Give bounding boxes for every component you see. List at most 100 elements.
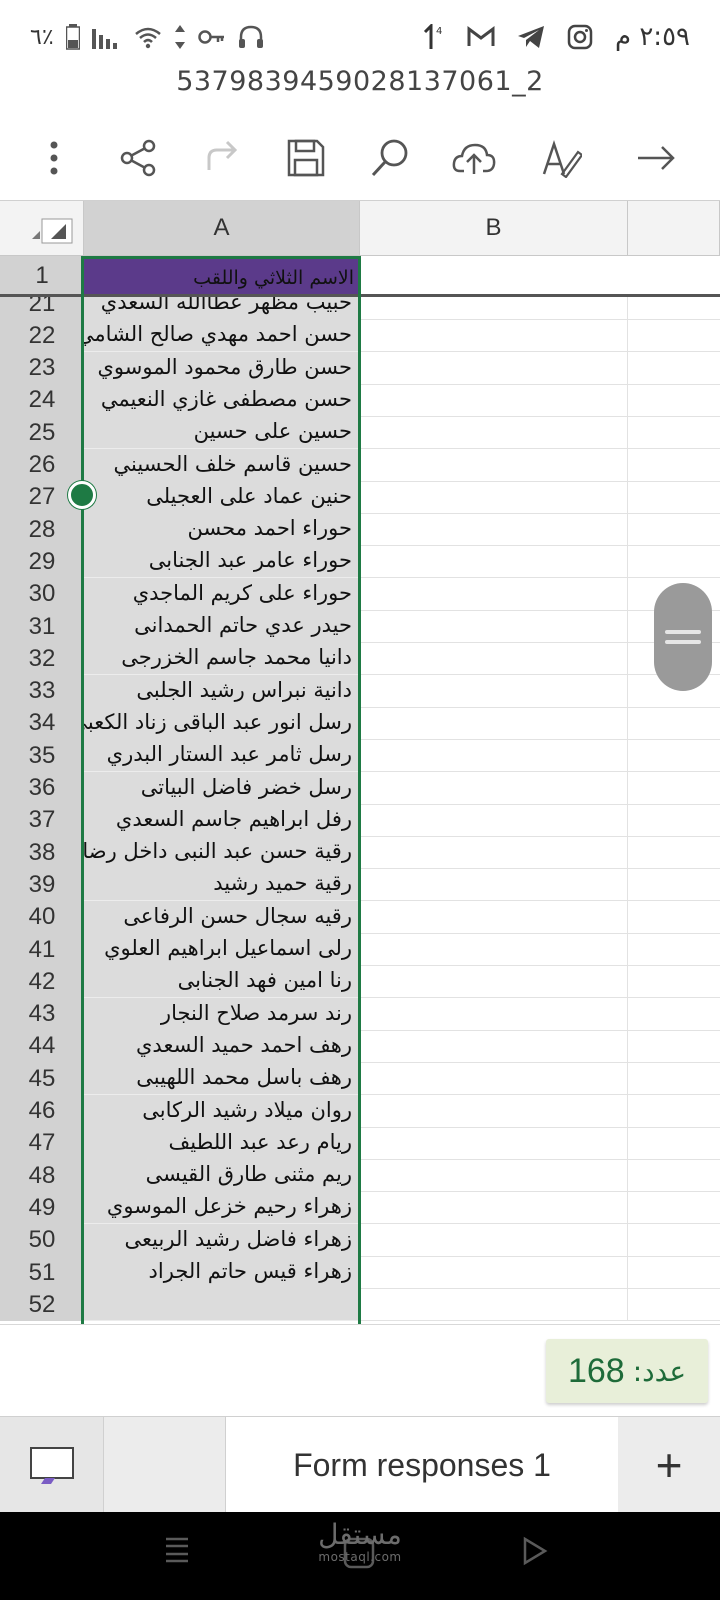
cell-b[interactable]: [360, 319, 628, 353]
cell-b[interactable]: [360, 933, 628, 966]
selection-handle[interactable]: [68, 481, 96, 509]
cell-b[interactable]: [360, 868, 628, 902]
cell-a[interactable]: حوراء احمد محسن: [84, 513, 360, 547]
cell-b[interactable]: [360, 1062, 628, 1096]
cell-b[interactable]: [360, 416, 628, 450]
cell-a[interactable]: رقية حميد رشيد: [84, 868, 360, 902]
row-header[interactable]: 28: [0, 513, 84, 547]
row-header[interactable]: 44: [0, 1029, 84, 1063]
scroll-thumb[interactable]: [654, 583, 712, 691]
cell-b[interactable]: [360, 351, 628, 385]
cell-b[interactable]: [360, 739, 628, 773]
cell-c[interactable]: [628, 739, 720, 773]
row-header[interactable]: 48: [0, 1159, 84, 1193]
cell-b[interactable]: [360, 836, 628, 870]
cell-b[interactable]: [360, 997, 628, 1031]
cell-c[interactable]: [628, 384, 720, 417]
column-header-a[interactable]: A: [84, 201, 360, 256]
cell-a[interactable]: حسن مصطفى غازي النعيمي: [84, 383, 360, 417]
cell-b[interactable]: [360, 1094, 628, 1128]
cell-b[interactable]: [360, 1126, 628, 1160]
cell-c[interactable]: [628, 772, 720, 805]
cell-a[interactable]: حسين على حسين: [84, 416, 360, 450]
cell-c[interactable]: [628, 297, 720, 320]
row-header[interactable]: 40: [0, 900, 84, 934]
back-icon[interactable]: [522, 1536, 548, 1570]
cell-b[interactable]: [360, 448, 628, 482]
cell-b[interactable]: [360, 900, 628, 934]
row-header[interactable]: 33: [0, 674, 84, 708]
cell-b[interactable]: [360, 1159, 628, 1193]
cell-c[interactable]: [628, 449, 720, 482]
cell-c[interactable]: [628, 1095, 720, 1128]
cell-a[interactable]: رسل ثامر عبد الستار البدري: [84, 739, 360, 773]
cell-c[interactable]: [628, 319, 720, 353]
cell-c[interactable]: [628, 352, 720, 385]
cell-a[interactable]: زهراء رحيم خزعل الموسوي: [84, 1191, 360, 1225]
cell-b[interactable]: [360, 803, 628, 837]
row-header[interactable]: 25: [0, 416, 84, 450]
cell-c[interactable]: [628, 868, 720, 902]
cell-a[interactable]: زهراء قيس حاتم الجراد: [84, 1256, 360, 1289]
cell-a[interactable]: [84, 1288, 360, 1322]
cell-c[interactable]: [628, 1288, 720, 1322]
cell-c[interactable]: [628, 1127, 720, 1160]
cell-b[interactable]: [360, 383, 628, 417]
cell-b[interactable]: [360, 1191, 628, 1225]
sheet-tab-active[interactable]: Form responses 1: [226, 1417, 618, 1513]
cell-b[interactable]: [360, 1029, 628, 1063]
cell-a[interactable]: زهراء فاضل رشيد الربيعى: [84, 1223, 360, 1257]
cell-c[interactable]: [628, 998, 720, 1031]
row-header[interactable]: 45: [0, 1062, 84, 1096]
cell-a[interactable]: ريام رعد عبد اللطيف: [84, 1126, 360, 1160]
cell-a[interactable]: رفل ابراهيم جاسم السعدي: [84, 803, 360, 837]
cell-a[interactable]: رقية حسن عبد النبى داخل رضا: [84, 836, 360, 870]
cell-a[interactable]: حسين قاسم خلف الحسيني: [84, 448, 360, 482]
cell-b[interactable]: [360, 297, 628, 320]
cell-a[interactable]: دانيا محمد جاسم الخزرجى: [84, 642, 360, 676]
cell-c[interactable]: [628, 804, 720, 837]
row-header[interactable]: 21: [0, 297, 84, 320]
cell-c[interactable]: [628, 513, 720, 547]
row-header[interactable]: 32: [0, 642, 84, 676]
row-header[interactable]: 41: [0, 933, 84, 966]
cell-c[interactable]: [628, 707, 720, 740]
cell-c[interactable]: [628, 1159, 720, 1193]
cell-c[interactable]: [628, 933, 720, 966]
row-header[interactable]: 24: [0, 383, 84, 417]
row-header[interactable]: 30: [0, 577, 84, 611]
row-header[interactable]: 35: [0, 739, 84, 773]
column-header-c[interactable]: [628, 201, 720, 256]
cell-a[interactable]: رهف باسل محمد اللهيبى: [84, 1062, 360, 1096]
row-header[interactable]: 38: [0, 836, 84, 870]
cell-c[interactable]: [628, 1030, 720, 1063]
redo-icon[interactable]: [192, 128, 252, 188]
row-header[interactable]: 37: [0, 803, 84, 837]
cell-a[interactable]: رنا امين فهد الجنابى: [84, 965, 360, 999]
cell-b[interactable]: [360, 1256, 628, 1289]
row-header[interactable]: 52: [0, 1288, 84, 1322]
draw-icon[interactable]: [532, 128, 592, 188]
cell-a[interactable]: رسل انور عبد الباقى زناد الكعبى: [84, 706, 360, 740]
cell-a[interactable]: رهف احمد حميد السعدي: [84, 1029, 360, 1063]
save-icon[interactable]: [276, 128, 336, 188]
more-vertical-icon[interactable]: [24, 128, 84, 188]
cell-a[interactable]: حبيب مظهر عطاالله السعدي: [84, 297, 360, 320]
row-header[interactable]: 36: [0, 771, 84, 805]
row-header[interactable]: 29: [0, 545, 84, 579]
cell-b[interactable]: [360, 965, 628, 999]
cell-a[interactable]: رند سرمد صلاح النجار: [84, 997, 360, 1031]
row-header[interactable]: 42: [0, 965, 84, 999]
recent-apps-icon[interactable]: [164, 1536, 190, 1568]
count-summary[interactable]: عدد: 168: [546, 1339, 708, 1403]
row-header-1[interactable]: 1: [0, 256, 84, 296]
cell-b[interactable]: [360, 771, 628, 805]
cell-a[interactable]: رسل خضر فاضل البياتى: [84, 771, 360, 805]
row-header[interactable]: 50: [0, 1223, 84, 1257]
cell-c[interactable]: [628, 481, 720, 514]
cloud-upload-icon[interactable]: [444, 128, 504, 188]
cell-c[interactable]: [628, 1224, 720, 1257]
forward-arrow-icon[interactable]: [626, 128, 686, 188]
cell-c[interactable]: [628, 836, 720, 870]
row-header[interactable]: 23: [0, 351, 84, 385]
